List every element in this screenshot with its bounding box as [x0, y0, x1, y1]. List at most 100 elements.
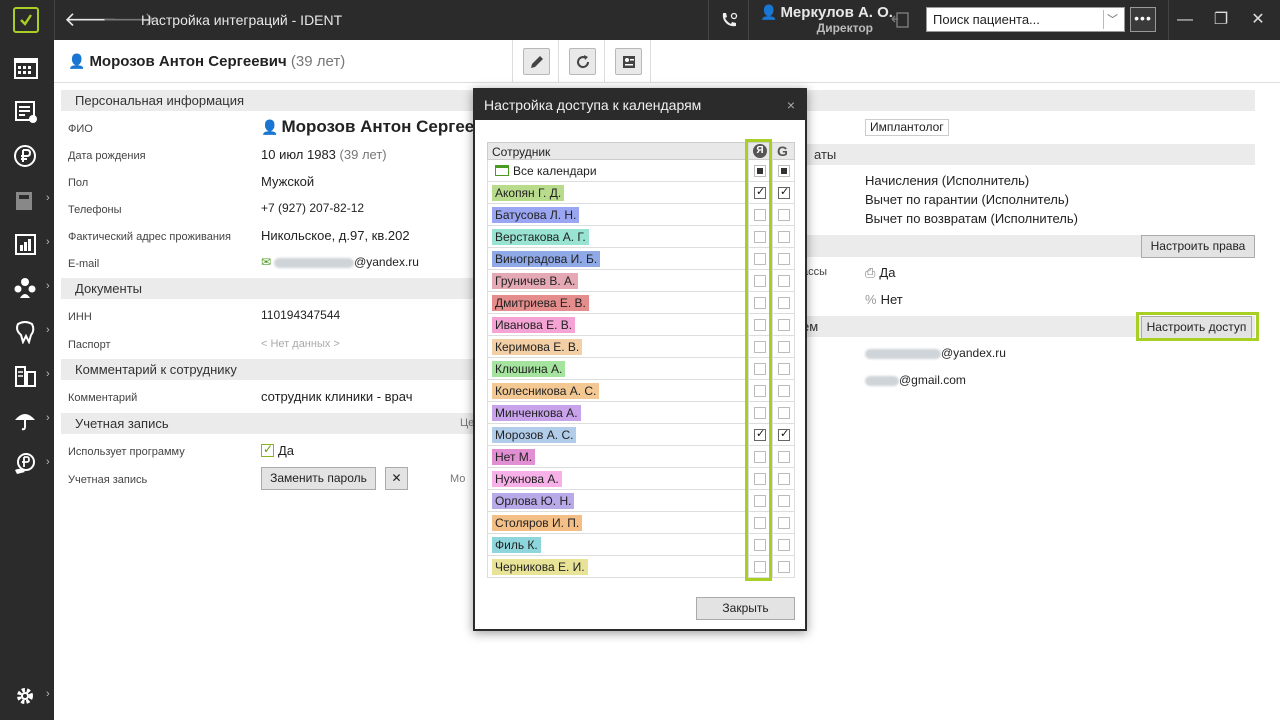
google-checkbox[interactable]: [778, 341, 790, 353]
salary-item: Вычет по гарантии (Исполнитель): [865, 192, 1069, 207]
google-checkbox[interactable]: [778, 297, 790, 309]
google-checkbox[interactable]: [778, 473, 790, 485]
section-documents: Документы: [61, 278, 473, 299]
chevron-right-icon: ›: [46, 456, 50, 468]
chevron-right-icon: ›: [46, 236, 50, 248]
employee-name: Минченкова А.: [492, 405, 581, 421]
google-checkbox[interactable]: [778, 209, 790, 221]
sidebar: › › › › › › › ›: [0, 40, 54, 720]
sidebar-item-schedule[interactable]: [0, 48, 54, 88]
google-checkbox[interactable]: [778, 561, 790, 573]
email-icon: ✉: [261, 255, 272, 269]
section-salary: аты: [734, 144, 1255, 165]
chevron-down-icon[interactable]: ﹀: [1107, 11, 1118, 27]
sidebar-item-cash[interactable]: ›: [0, 180, 54, 220]
google-checkbox[interactable]: [778, 385, 790, 397]
phone-settings-icon[interactable]: [720, 11, 738, 32]
field-passport: Паспорт < Нет данных >: [68, 338, 340, 351]
field-account: Учетная запись Заменить пароль ✕ Мо: [54, 467, 474, 493]
email-link[interactable]: ✉ @yandex.ru: [261, 255, 419, 269]
yandex-column-highlight: [745, 139, 772, 581]
reports-icon: [15, 234, 36, 255]
id-card-button[interactable]: [615, 48, 642, 75]
google-checkbox[interactable]: [778, 185, 790, 199]
window-title: Настройка интеграций - IDENT: [141, 12, 343, 28]
dialog-close-button[interactable]: Закрыть: [696, 597, 795, 620]
current-user-name[interactable]: 👤 Меркулов А. О.: [760, 4, 893, 21]
google-checkbox[interactable]: [778, 427, 790, 441]
current-user-role: Директор: [816, 21, 873, 35]
google-checkbox[interactable]: [778, 539, 790, 551]
fio-value: 👤 Морозов Антон Сергеевич: [261, 117, 506, 136]
field-comment: Комментарий сотрудник клиники - врач: [68, 389, 413, 404]
cash-value-no: % Нет: [865, 292, 903, 307]
maximize-button[interactable]: ❐: [1211, 10, 1231, 30]
calendar-access-dialog: Настройка доступа к календарям × Сотрудн…: [473, 88, 807, 631]
employee-name: Груничев В. А.: [492, 273, 579, 289]
employee-name: Батусова Л. Н.: [492, 207, 580, 223]
app-logo[interactable]: [13, 7, 39, 33]
employee-name: Черникова Е. И.: [492, 559, 588, 575]
title-bar: 🡐 🡒 Настройка интеграций - IDENT 👤 Меркул…: [0, 0, 1280, 40]
refresh-icon: [577, 55, 590, 69]
section-account: Учетная запись Це: [61, 413, 474, 434]
refresh-button[interactable]: [569, 48, 596, 75]
uses-program-checkbox[interactable]: [261, 442, 274, 457]
history-back-icon[interactable]: [889, 9, 911, 34]
clear-account-button[interactable]: ✕: [385, 467, 408, 490]
google-icon: G: [777, 143, 788, 159]
close-window-button[interactable]: ✕: [1248, 10, 1268, 30]
employee-name: Нет М.: [492, 449, 536, 465]
employee-name: Виноградова И. Б.: [492, 251, 601, 267]
all-google-checkbox[interactable]: [778, 165, 790, 177]
minimize-button[interactable]: —: [1175, 10, 1195, 30]
more-options-button[interactable]: •••: [1130, 7, 1156, 32]
change-password-button[interactable]: Заменить пароль: [261, 467, 376, 490]
google-checkbox[interactable]: [778, 253, 790, 265]
sidebar-item-insurance[interactable]: ›: [0, 400, 54, 440]
google-checkbox[interactable]: [778, 363, 790, 375]
edit-button[interactable]: [523, 48, 550, 75]
sidebar-item-lab[interactable]: ›: [0, 356, 54, 396]
cash-register-icon: ⎙: [865, 265, 876, 280]
google-checkbox[interactable]: [778, 407, 790, 419]
sidebar-item-staff[interactable]: ›: [0, 268, 54, 308]
sidebar-item-dental[interactable]: ›: [0, 312, 54, 352]
dialog-close-icon[interactable]: ×: [787, 90, 795, 120]
google-checkbox[interactable]: [778, 451, 790, 463]
dialog-title-bar: Настройка доступа к календарям ×: [475, 90, 805, 120]
chevron-right-icon: ›: [46, 280, 50, 292]
sidebar-item-finance[interactable]: [0, 136, 54, 176]
chevron-right-icon: ›: [46, 368, 50, 380]
insurance-icon: [15, 414, 35, 431]
employee-name: Клюшина А.: [492, 361, 566, 377]
sidebar-item-payments[interactable]: ›: [0, 444, 54, 484]
tooth-icon: [16, 321, 35, 344]
google-checkbox[interactable]: [778, 319, 790, 331]
google-checkbox[interactable]: [778, 495, 790, 507]
sidebar-item-settings[interactable]: ›: [0, 676, 54, 716]
gear-icon: [17, 688, 33, 704]
setup-access-highlight: [1136, 312, 1259, 341]
employee-name: Колесникова А. С.: [492, 383, 600, 399]
patient-search-box[interactable]: ﹀: [926, 7, 1125, 32]
sidebar-item-tasks[interactable]: [0, 92, 54, 132]
ruble-icon: [14, 145, 36, 167]
google-checkbox[interactable]: [778, 275, 790, 287]
employee-name: Верстакова А. Г.: [492, 229, 589, 245]
sidebar-item-reports[interactable]: ›: [0, 224, 54, 264]
patient-search-input[interactable]: [933, 11, 1101, 28]
calendar-email-2: @gmail.com: [865, 373, 966, 387]
user-icon: 👤: [760, 4, 778, 20]
users-icon: [14, 278, 36, 298]
employee-name: Морозов А. С.: [492, 427, 577, 443]
employee-name: Столяров И. П.: [492, 515, 583, 531]
setup-rights-button[interactable]: Настроить права: [1141, 235, 1255, 258]
google-checkbox[interactable]: [778, 231, 790, 243]
google-checkbox[interactable]: [778, 517, 790, 529]
chevron-right-icon: ›: [46, 324, 50, 336]
salary-item: Вычет по возвратам (Исполнитель): [865, 211, 1078, 226]
employee-name: Акопян Г. Д.: [492, 185, 565, 201]
ruble-hand-icon: [15, 453, 35, 474]
cash-register-icon: [16, 192, 32, 210]
